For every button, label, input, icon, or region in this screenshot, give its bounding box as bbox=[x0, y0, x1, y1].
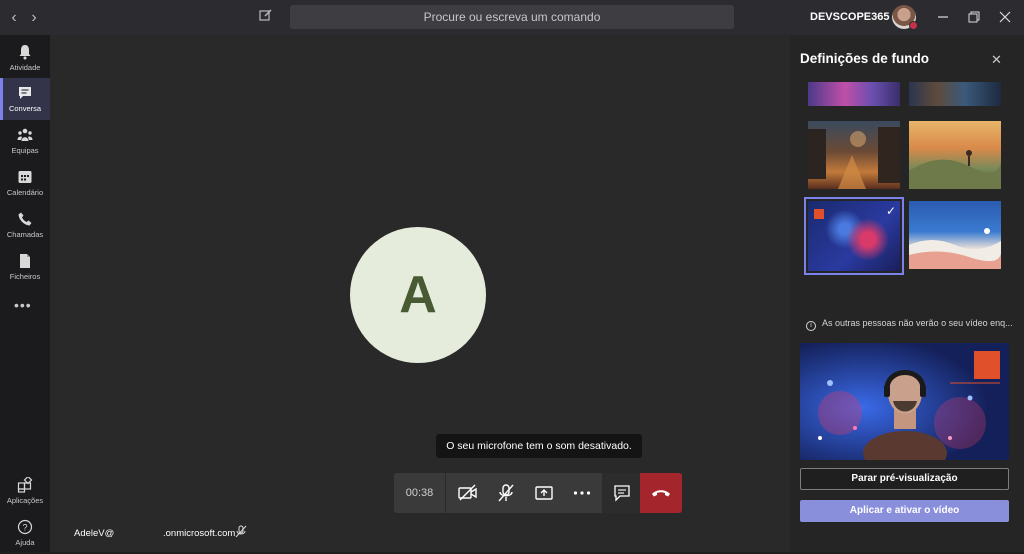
status-busy-icon bbox=[909, 21, 918, 30]
minimize-icon[interactable] bbox=[937, 10, 951, 24]
background-option[interactable] bbox=[909, 82, 1001, 106]
share-icon bbox=[535, 486, 553, 500]
participant-mic-off-icon bbox=[235, 525, 247, 538]
meeting-stage: A O seu microfone tem o som desativado. … bbox=[50, 35, 790, 552]
mic-muted-button[interactable] bbox=[486, 473, 524, 513]
search-input[interactable]: Procure ou escreva um comando bbox=[290, 5, 734, 29]
restore-icon[interactable] bbox=[968, 10, 982, 24]
apply-and-turn-on-video-button[interactable]: Aplicar e ativar o vídeo bbox=[800, 500, 1009, 522]
mic-muted-tooltip: O seu microfone tem o som desativado. bbox=[436, 434, 642, 458]
chat-bubble-icon bbox=[614, 485, 630, 502]
rail-item-teams[interactable]: Equipas bbox=[0, 120, 50, 162]
app-rail: Atividade Conversa Equipas Calendário Ch… bbox=[0, 35, 50, 552]
forward-icon[interactable]: › bbox=[24, 8, 44, 28]
background-option-selected[interactable]: ✓ bbox=[804, 197, 904, 275]
rail-item-apps[interactable]: Aplicações bbox=[0, 470, 50, 512]
info-message: i As outras pessoas não verão o seu vídeo… bbox=[806, 318, 1013, 331]
hang-up-button[interactable] bbox=[640, 473, 682, 513]
camera-off-icon bbox=[458, 484, 477, 501]
background-settings-panel: Definições de fundo ✕ ✓ i As outras pesso… bbox=[790, 35, 1024, 552]
chevron-down-icon[interactable]: ⌄ bbox=[872, 10, 880, 21]
rail-label: Conversa bbox=[8, 104, 42, 113]
hang-up-icon bbox=[652, 490, 670, 497]
rail-label: Ajuda bbox=[15, 538, 35, 547]
conversation-button[interactable] bbox=[602, 473, 640, 513]
chat-icon bbox=[19, 87, 31, 99]
calendar-icon bbox=[18, 171, 32, 183]
background-option[interactable] bbox=[808, 82, 900, 106]
call-timer: 00:38 bbox=[394, 473, 446, 513]
rail-label: Chamadas bbox=[6, 230, 44, 239]
help-icon: ? bbox=[17, 519, 33, 535]
participant-domain: .onmicrosoft.com bbox=[163, 528, 236, 539]
back-icon[interactable]: ‹ bbox=[4, 8, 24, 28]
rail-label: Aplicações bbox=[6, 496, 44, 505]
background-option[interactable] bbox=[909, 121, 1001, 189]
participant-name: AdeleV@ bbox=[74, 528, 115, 539]
rail-item-files[interactable]: Ficheiros bbox=[0, 246, 50, 288]
call-controls: 00:38 bbox=[394, 473, 682, 513]
phone-icon bbox=[18, 212, 32, 226]
background-option[interactable] bbox=[909, 201, 1001, 269]
logo-mark bbox=[814, 209, 824, 219]
rail-item-chat[interactable]: Conversa bbox=[0, 78, 50, 120]
video-preview bbox=[800, 343, 1009, 460]
more-actions-button[interactable] bbox=[562, 473, 600, 513]
teams-icon bbox=[17, 128, 33, 141]
more-apps-icon[interactable]: ••• bbox=[14, 297, 32, 313]
rail-item-activity[interactable]: Atividade bbox=[0, 37, 50, 79]
rail-item-help[interactable]: ? Ajuda bbox=[0, 512, 50, 554]
rail-label: Calendário bbox=[6, 188, 44, 197]
rail-label: Atividade bbox=[9, 63, 41, 72]
close-window-icon[interactable] bbox=[999, 10, 1013, 24]
close-icon[interactable]: ✕ bbox=[991, 52, 1002, 68]
bell-icon bbox=[19, 45, 31, 60]
participant-avatar: A bbox=[350, 227, 486, 363]
apps-icon bbox=[17, 477, 33, 493]
rail-item-calls[interactable]: Chamadas bbox=[0, 204, 50, 246]
info-text: As outras pessoas não verão o seu vídeo … bbox=[822, 318, 1013, 328]
mic-off-icon bbox=[498, 484, 514, 502]
file-icon bbox=[20, 254, 30, 268]
stop-preview-button[interactable]: Parar pré-visualização bbox=[800, 468, 1009, 490]
more-icon bbox=[573, 491, 591, 495]
svg-text:?: ? bbox=[22, 523, 27, 533]
rail-label: Ficheiros bbox=[9, 272, 41, 281]
share-screen-button[interactable] bbox=[524, 473, 562, 513]
info-icon: i bbox=[806, 321, 816, 331]
rail-label: Equipas bbox=[11, 146, 39, 155]
background-option[interactable] bbox=[808, 121, 900, 189]
rail-item-calendar[interactable]: Calendário bbox=[0, 162, 50, 204]
panel-title: Definições de fundo bbox=[800, 51, 930, 66]
camera-off-button[interactable] bbox=[448, 473, 486, 513]
new-chat-icon[interactable] bbox=[259, 8, 279, 28]
checkmark-icon: ✓ bbox=[885, 204, 896, 218]
title-bar: ‹ › Procure ou escreva um comando DEVSCO… bbox=[0, 0, 1024, 35]
